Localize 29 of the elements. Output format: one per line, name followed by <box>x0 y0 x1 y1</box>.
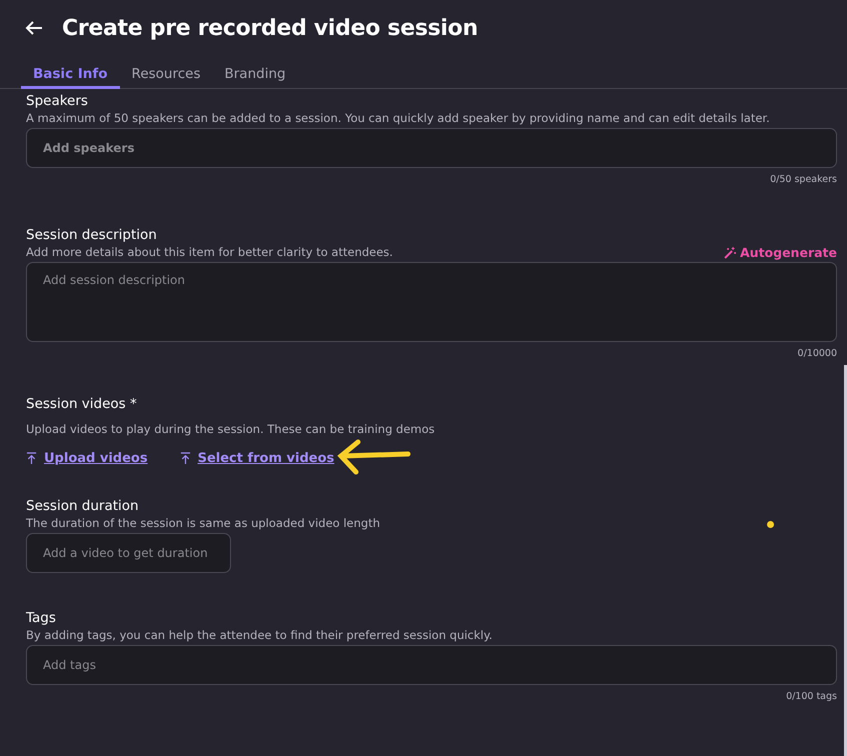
section-description: Add more details about this item for better clarity to attendees. <box>26 244 393 260</box>
section-title: Session description <box>26 227 158 244</box>
section-description: Upload videos to play during the session. These can be training demos <box>26 421 435 437</box>
tab[interactable]: Basic Info <box>21 62 120 89</box>
section-title: Session duration <box>26 498 140 515</box>
section-description: By adding tags, you can help the attendee to find their preferred session quickly. <box>26 627 492 643</box>
section-description: The duration of the session is same as uploaded video length <box>26 515 380 531</box>
autogenerate-link[interactable]: Autogenerate <box>724 245 837 260</box>
text-field[interactable]: Add speakers <box>26 128 837 168</box>
upload-link[interactable]: Upload videos <box>26 450 148 466</box>
scrollbar[interactable] <box>844 365 847 756</box>
upload-icon <box>26 452 37 464</box>
page-title: Create pre recorded video session <box>62 16 478 40</box>
upload-icon <box>180 452 191 464</box>
character-counter: 0/10000 <box>796 348 837 359</box>
annotation-dot <box>767 521 774 528</box>
section-description: A maximum of 50 speakers can be added to a session. You can quickly add speaker by providing name and can edit details later. <box>26 110 770 126</box>
text-field[interactable]: Add tags <box>26 645 837 685</box>
upload-link[interactable]: Select from videos <box>180 450 334 466</box>
character-counter: 0/100 tags <box>785 691 837 702</box>
section-title: Tags <box>26 610 57 627</box>
text-area[interactable]: Add session description <box>26 262 837 342</box>
text-field[interactable]: Add a video to get duration <box>26 533 231 573</box>
magic-wand-icon <box>724 246 736 258</box>
character-counter: 0/50 speakers <box>769 174 837 185</box>
tab[interactable]: Branding <box>212 62 298 89</box>
tab[interactable]: Resources <box>120 62 212 89</box>
section-title: Session videos * <box>26 396 138 413</box>
section-title: Speakers <box>26 93 89 110</box>
